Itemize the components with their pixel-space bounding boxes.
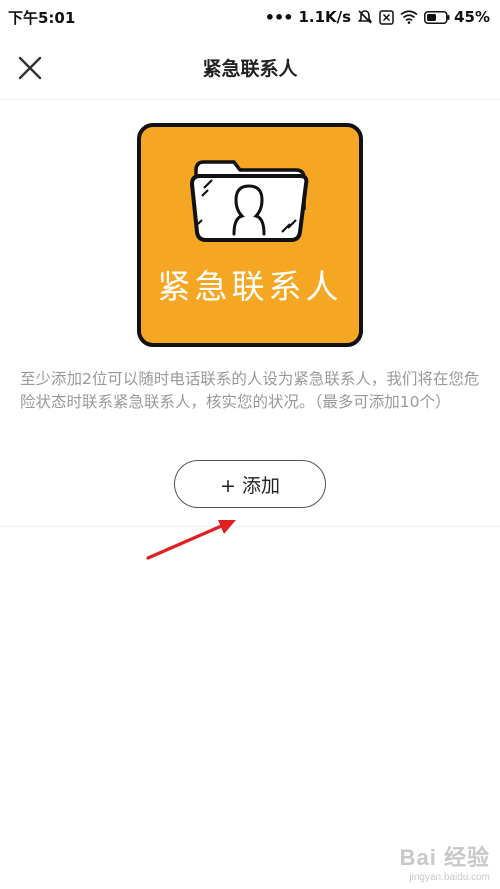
battery-icon — [424, 10, 450, 24]
section-divider — [0, 526, 500, 527]
watermark-url: jingyan.baidu.com — [409, 872, 490, 883]
instruction-text: 至少添加2位可以随时电话联系的人设为紧急联系人，我们将在您危险状态时联系紧急联系… — [20, 370, 480, 411]
add-contact-button[interactable]: + 添加 — [174, 460, 326, 508]
page-title: 紧急联系人 — [202, 58, 298, 80]
battery: 45% — [424, 8, 490, 26]
mute-bell-icon — [357, 10, 373, 24]
close-button[interactable] — [14, 52, 46, 84]
watermark-brand: Bai 经验 — [399, 845, 490, 870]
red-arrow-annotation — [146, 520, 236, 560]
emergency-contact-illustration: 紧急联系人 — [137, 123, 363, 347]
battery-level: 45% — [454, 8, 490, 26]
status-bar: 下午5:01 ••• 1.1K/s 45% — [0, 0, 500, 34]
network-speed: 1.1K/s — [298, 8, 352, 26]
close-icon — [18, 56, 42, 80]
signal-dots-icon: ••• — [264, 7, 294, 27]
status-time: 下午5:01 — [8, 8, 76, 27]
contact-folder-icon — [190, 160, 309, 242]
status-icons: ••• 1.1K/s 45% — [265, 8, 490, 27]
wifi-icon — [400, 10, 418, 24]
baidu-watermark: Bai 经验 jingyan.baidu.com — [400, 840, 490, 883]
no-sim-icon — [379, 9, 394, 25]
illustration-caption: 紧急联系人 — [158, 267, 343, 306]
nav-bar: 紧急联系人 — [0, 34, 500, 100]
